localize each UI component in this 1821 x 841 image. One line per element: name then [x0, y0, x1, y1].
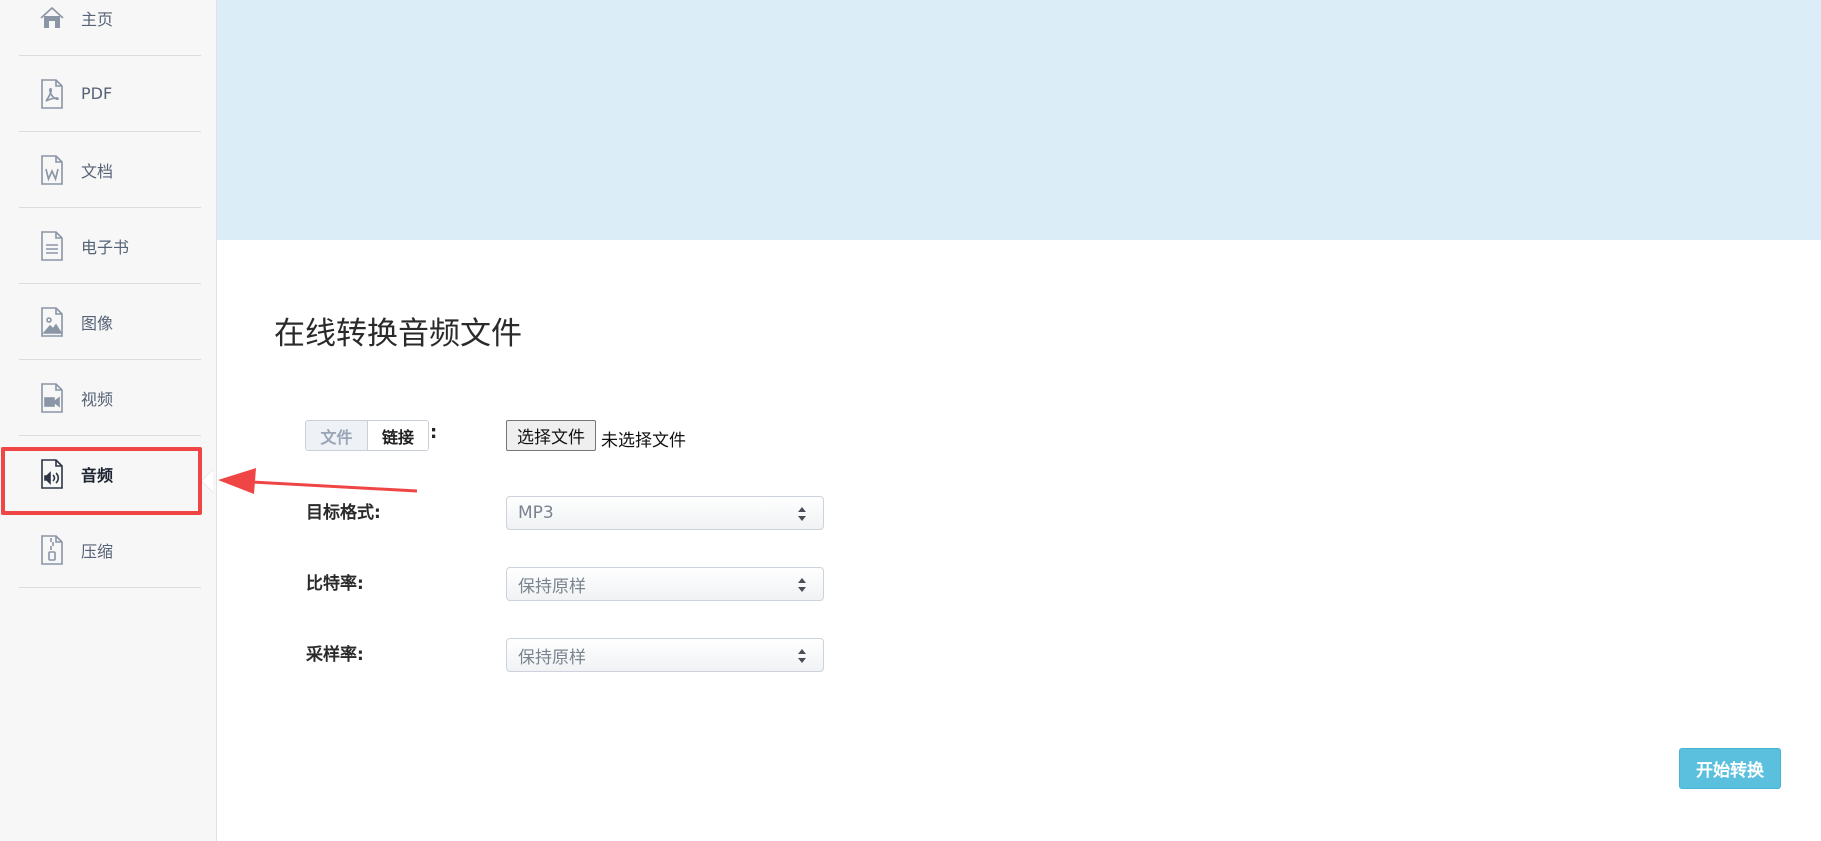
target-format-value: MP3	[518, 503, 554, 523]
source-toggle: 文件 链接	[305, 420, 429, 451]
choose-file-button[interactable]: 选择文件	[506, 420, 596, 451]
word-file-icon	[39, 154, 65, 185]
sample-rate-value: 保持原样	[518, 647, 586, 668]
bitrate-label: 比特率:	[306, 574, 364, 594]
target-format-label: 目标格式:	[306, 503, 381, 523]
sidebar-item-label: 压缩	[81, 542, 114, 561]
sidebar-item-label: 视频	[81, 389, 114, 409]
header-banner	[217, 0, 1821, 240]
sample-rate-label: 采样率:	[306, 645, 364, 665]
active-indicator	[202, 470, 213, 492]
sidebar-item-label: 主页	[81, 9, 114, 29]
select-caret-icon	[798, 578, 806, 592]
sidebar-item-label: PDF	[81, 84, 113, 103]
tab-file[interactable]: 文件	[306, 421, 368, 450]
file-status: 未选择文件	[601, 431, 686, 451]
select-caret-icon	[798, 507, 806, 521]
sidebar-item-label: 音频	[81, 466, 114, 485]
sidebar-item-documents[interactable]: 文档	[19, 132, 201, 208]
sidebar-item-archives[interactable]: 压缩	[19, 512, 201, 588]
annotation-arrow-icon	[218, 468, 418, 494]
start-conversion-button[interactable]: 开始转换	[1679, 748, 1781, 789]
bitrate-value: 保持原样	[518, 576, 586, 597]
page-title: 在线转换音频文件	[274, 316, 522, 352]
sidebar-item-videos[interactable]: 视频	[19, 360, 201, 436]
sidebar-item-label: 文档	[81, 161, 114, 181]
ebook-file-icon	[39, 230, 65, 261]
audio-file-icon	[39, 459, 65, 489]
sample-rate-select[interactable]: 保持原样	[506, 638, 824, 672]
sidebar-item-audio[interactable]: 音频	[19, 436, 201, 512]
video-file-icon	[39, 382, 65, 413]
pdf-file-icon	[39, 78, 65, 109]
home-icon	[39, 3, 65, 33]
archive-file-icon	[39, 535, 65, 565]
image-file-icon	[39, 306, 65, 337]
target-format-select[interactable]: MP3	[506, 496, 824, 530]
source-colon: :	[430, 422, 438, 443]
sidebar-item-label: 电子书	[81, 237, 130, 257]
tab-link[interactable]: 链接	[368, 421, 428, 450]
sidebar-item-label: 图像	[81, 313, 114, 333]
sidebar: 主页 PDF 文档 电子书 图像 视频 音频 压缩	[0, 0, 217, 841]
select-caret-icon	[798, 649, 806, 663]
bitrate-select[interactable]: 保持原样	[506, 567, 824, 601]
sidebar-item-images[interactable]: 图像	[19, 284, 201, 360]
sidebar-item-home[interactable]: 主页	[19, 0, 201, 56]
sidebar-item-ebooks[interactable]: 电子书	[19, 208, 201, 284]
sidebar-item-pdf[interactable]: PDF	[19, 56, 201, 132]
